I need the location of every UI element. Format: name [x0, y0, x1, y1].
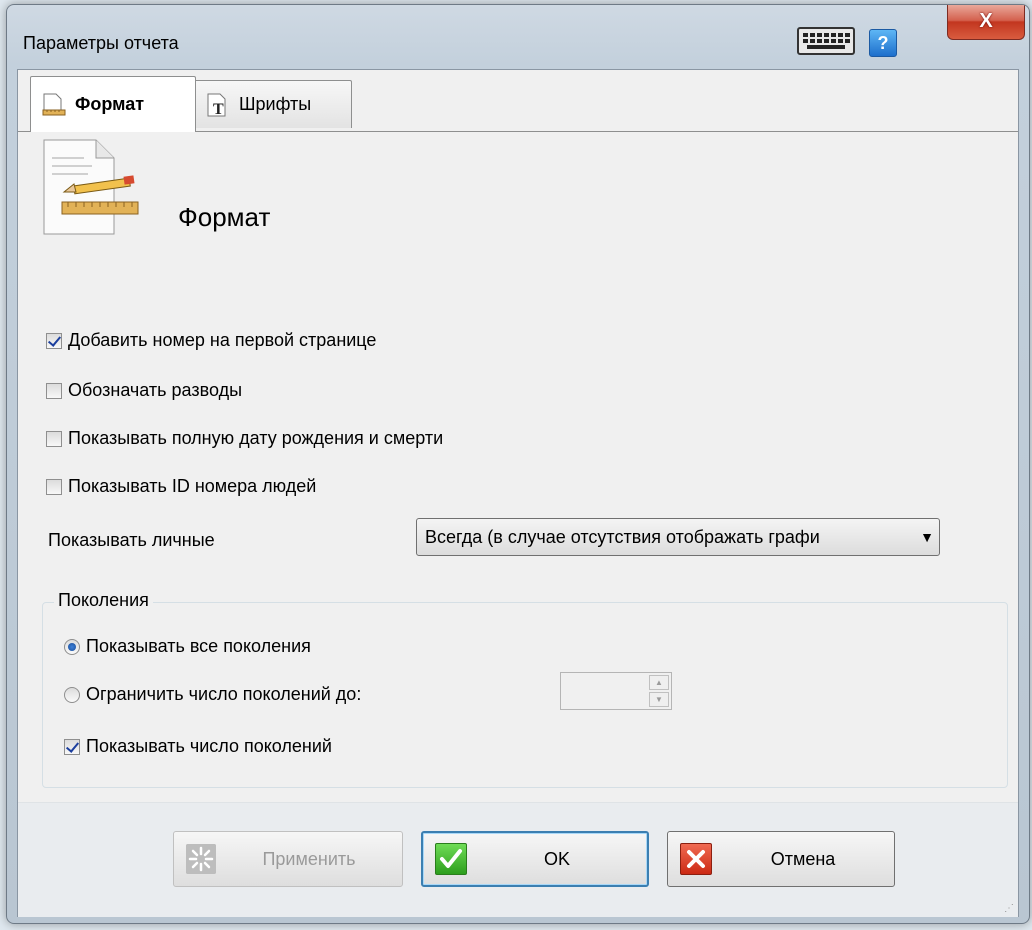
option-show-generation-count[interactable]: Показывать число поколений [64, 736, 332, 757]
tab-format[interactable]: Формат [30, 76, 196, 132]
close-button[interactable]: X [947, 5, 1025, 40]
button-bar: Применить OK Отмена ⋰ [18, 802, 1018, 917]
help-icon[interactable]: ? [869, 29, 897, 57]
apply-sparkle-icon [186, 844, 216, 874]
window-title: Параметры отчета [23, 33, 179, 53]
section-title: Формат [178, 202, 271, 232]
generations-legend: Поколения [54, 590, 153, 611]
option-label: Показывать число поколений [86, 736, 332, 756]
radio-show-all-generations[interactable]: Показывать все поколения [64, 636, 311, 657]
radio-label: Ограничить число поколений до: [86, 684, 362, 704]
option-add-first-page-number[interactable]: Добавить номер на первой странице [46, 330, 376, 351]
stepper-down-button[interactable]: ▼ [649, 692, 669, 707]
cancel-button[interactable]: Отмена [667, 831, 895, 887]
tab-fonts-label: Шрифты [239, 94, 312, 114]
option-show-person-ids[interactable]: Показывать ID номера людей [46, 476, 316, 497]
cancel-button-label: Отмена [770, 848, 836, 869]
tab-strip: Формат T Шрифты [18, 70, 1018, 132]
checkmark-icon [435, 843, 467, 875]
personal-select-value: Всегда (в случае отсутствия отображать г… [425, 526, 820, 547]
resize-grip-icon[interactable]: ⋰ [1004, 903, 1016, 915]
close-x-icon [680, 843, 712, 875]
personal-select[interactable]: Всегда (в случае отсутствия отображать г… [416, 518, 940, 556]
radio-button[interactable] [64, 638, 80, 655]
ok-button[interactable]: OK [421, 831, 649, 887]
checkbox[interactable] [46, 430, 62, 447]
apply-button[interactable]: Применить [173, 831, 403, 887]
option-label: Показывать полную дату рождения и смерти [68, 428, 444, 448]
svg-text:T: T [213, 101, 224, 118]
option-full-birth-death-date[interactable]: Показывать полную дату рождения и смерти [46, 428, 443, 449]
radio-button[interactable] [64, 686, 80, 703]
ok-button-label: OK [543, 848, 570, 869]
tab-fonts[interactable]: T Шрифты [194, 80, 352, 128]
font-t-icon: T [207, 93, 226, 118]
tab-format-label: Формат [75, 94, 145, 114]
document-pencil-ruler-icon [43, 139, 139, 235]
radio-label: Показывать все поколения [86, 636, 311, 656]
dialog-client-area: Формат T Шрифты Формат Добавить номер на… [17, 69, 1019, 917]
chevron-down-icon: ▼ [920, 529, 934, 545]
option-mark-divorces[interactable]: Обозначать разводы [46, 380, 242, 401]
checkbox[interactable] [46, 332, 62, 349]
format-tab-page: Формат Добавить номер на первой странице… [18, 132, 1018, 802]
option-label: Обозначать разводы [68, 380, 243, 400]
stepper-up-button[interactable]: ▲ [649, 675, 669, 690]
checkbox[interactable] [46, 478, 62, 495]
checkbox[interactable] [64, 738, 80, 755]
generations-limit-stepper[interactable]: ▲ ▼ [560, 672, 672, 710]
keyboard-icon[interactable] [797, 27, 855, 55]
apply-button-label: Применить [262, 848, 356, 869]
title-bar[interactable]: Параметры отчета ? X [7, 5, 1029, 69]
checkbox[interactable] [46, 382, 62, 399]
personal-label: Показывать личные [48, 530, 215, 550]
radio-limit-generations[interactable]: Ограничить число поколений до: [64, 684, 361, 705]
option-label: Показывать ID номера людей [68, 476, 317, 496]
page-ruler-icon [42, 93, 66, 115]
option-label: Добавить номер на первой странице [68, 330, 377, 350]
report-settings-dialog: Параметры отчета ? X Формат T Шрифты Фор… [6, 4, 1030, 924]
